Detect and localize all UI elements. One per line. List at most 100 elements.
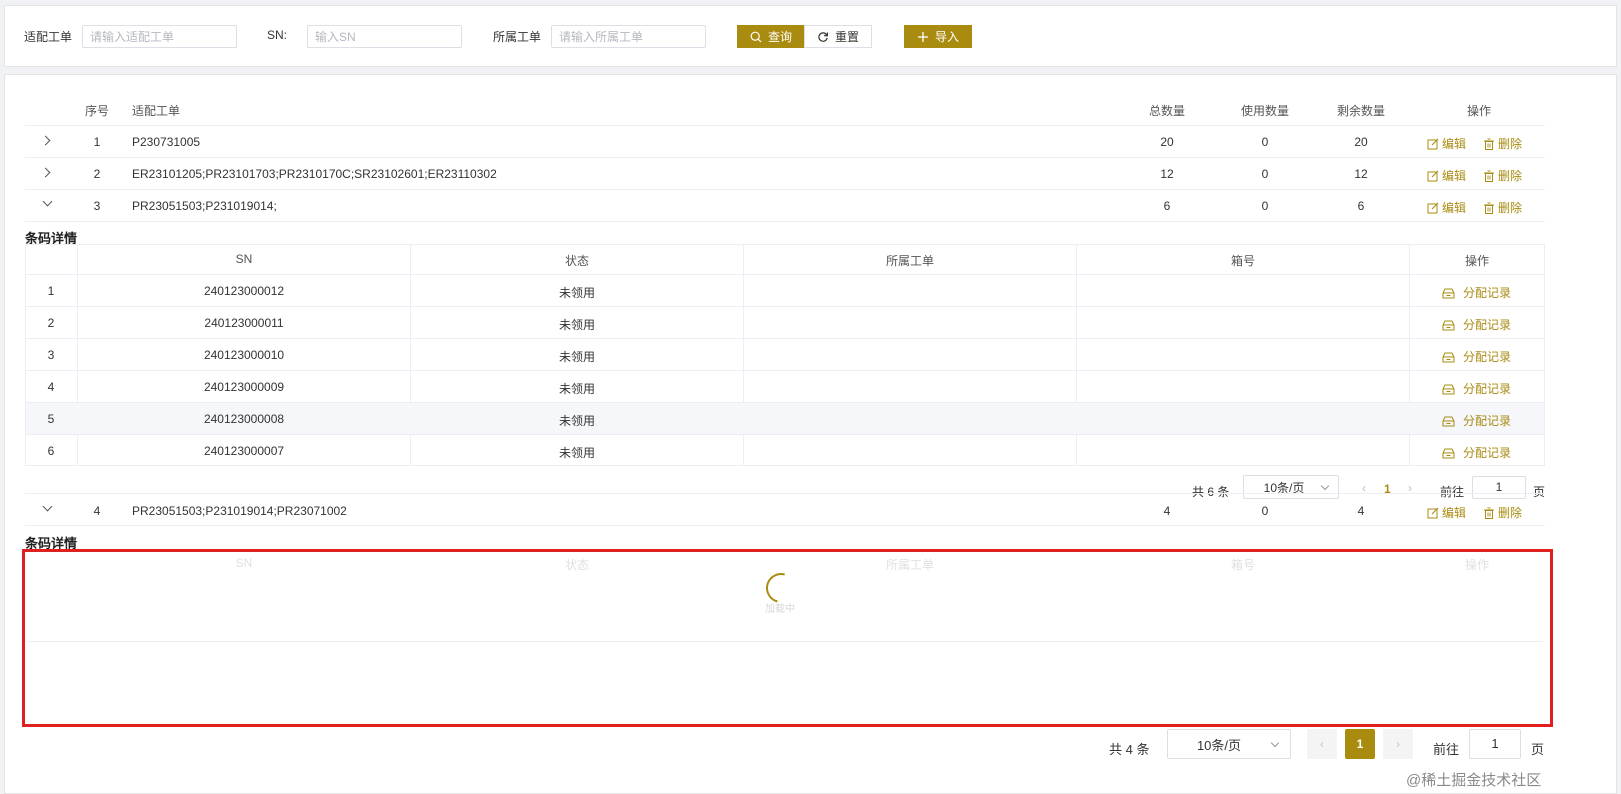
- row-order: PR23051503;P231019014;PR23071002: [132, 504, 347, 518]
- delete-button[interactable]: 删除: [1483, 167, 1522, 184]
- delete-label: 删除: [1498, 506, 1523, 520]
- row-total: 12: [1160, 167, 1174, 181]
- box-icon: [1442, 320, 1455, 330]
- detail-header-ops: 操作: [1464, 254, 1490, 268]
- detail-row-status: 未领用: [558, 382, 596, 396]
- box-icon: [1442, 288, 1455, 298]
- divider: [25, 370, 1545, 371]
- col-header-ops: 操作: [1466, 104, 1492, 118]
- divider: [25, 189, 1545, 190]
- delete-button[interactable]: 删除: [1483, 135, 1522, 152]
- prev-page-button[interactable]: ‹: [1307, 729, 1337, 759]
- table-row[interactable]: [25, 126, 1545, 157]
- row-remaining: 20: [1354, 135, 1368, 149]
- record-label: 分配记录: [1463, 318, 1512, 332]
- row-used: 0: [1261, 199, 1269, 213]
- edit-button[interactable]: 编辑: [1427, 199, 1466, 216]
- row-order: ER23101205;PR23101703;PR2310170C;SR23102…: [132, 167, 497, 181]
- divider: [25, 157, 1545, 158]
- divider: [25, 274, 1545, 275]
- import-button[interactable]: 导入: [904, 25, 972, 48]
- detail-row-status: 未领用: [558, 318, 596, 332]
- box-icon: [1442, 448, 1455, 458]
- reset-button[interactable]: 重置: [804, 25, 872, 48]
- edit-label: 编辑: [1442, 169, 1467, 183]
- next-page-button[interactable]: ›: [1383, 729, 1413, 759]
- detail-row-status: 未领用: [558, 350, 596, 364]
- record-label: 分配记录: [1463, 286, 1512, 300]
- edit-button[interactable]: 编辑: [1427, 167, 1466, 184]
- trash-icon: [1484, 138, 1494, 150]
- row-index: 1: [93, 135, 101, 149]
- search-icon: [750, 31, 762, 42]
- detail-page-size-select[interactable]: 10条/页: [1243, 475, 1339, 499]
- adapt-order-label: 适配工单: [24, 30, 73, 44]
- detail-row-index: 2: [47, 316, 55, 330]
- collapse-arrow-icon[interactable]: [42, 501, 53, 512]
- adapt-order-input[interactable]: [82, 25, 237, 48]
- refresh-icon: [818, 31, 829, 42]
- plus-icon: [917, 31, 928, 42]
- record-button[interactable]: 分配记录: [1442, 348, 1511, 365]
- record-label: 分配记录: [1463, 446, 1512, 460]
- col-header-used: 使用数量: [1240, 104, 1290, 118]
- current-page-button[interactable]: 1: [1345, 729, 1375, 759]
- detail-row-status: 未领用: [558, 286, 596, 300]
- divider: [25, 306, 1545, 307]
- record-button[interactable]: 分配记录: [1442, 284, 1511, 301]
- sn-input[interactable]: [307, 25, 462, 48]
- record-button[interactable]: 分配记录: [1442, 412, 1511, 429]
- detail-row-sn: 240123000011: [204, 316, 284, 330]
- chevron-down-icon: [1270, 738, 1280, 748]
- record-button[interactable]: 分配记录: [1442, 316, 1511, 333]
- query-button[interactable]: 查询: [737, 25, 805, 48]
- watermark: @稀土掘金技术社区: [1406, 772, 1542, 789]
- row-total: 6: [1163, 199, 1171, 213]
- delete-label: 删除: [1498, 201, 1523, 215]
- edit-button[interactable]: 编辑: [1427, 135, 1466, 152]
- row-total: 4: [1163, 504, 1171, 518]
- highlight-box: [22, 549, 1553, 727]
- delete-label: 删除: [1498, 169, 1523, 183]
- goto-input[interactable]: 1: [1469, 729, 1521, 759]
- col-header-adapt-order: 适配工单: [132, 104, 181, 118]
- row-index: 4: [93, 504, 101, 518]
- box-icon: [1442, 416, 1455, 426]
- reset-label: 重置: [834, 30, 859, 44]
- collapse-arrow-icon[interactable]: [42, 196, 53, 207]
- divider: [25, 338, 1545, 339]
- delete-button[interactable]: 删除: [1483, 504, 1522, 521]
- detail-row-sn: 240123000012: [203, 284, 285, 298]
- row-used: 0: [1261, 135, 1269, 149]
- col-header-remaining: 剩余数量: [1336, 104, 1386, 118]
- edit-icon: [1427, 507, 1439, 518]
- record-label: 分配记录: [1463, 382, 1512, 396]
- divider: [25, 221, 1545, 222]
- detail-row-index: 1: [47, 284, 55, 298]
- row-used: 0: [1261, 504, 1269, 518]
- box-icon: [1442, 384, 1455, 394]
- delete-button[interactable]: 删除: [1483, 199, 1522, 216]
- edit-icon: [1427, 170, 1439, 181]
- record-button[interactable]: 分配记录: [1442, 380, 1511, 397]
- record-button[interactable]: 分配记录: [1442, 444, 1511, 461]
- trash-icon: [1484, 202, 1494, 214]
- trash-icon: [1484, 170, 1494, 182]
- row-index: 2: [93, 167, 101, 181]
- row-remaining: 4: [1357, 504, 1365, 518]
- row-index: 3: [93, 199, 101, 213]
- detail-goto-input[interactable]: 1: [1472, 476, 1526, 499]
- row-remaining: 12: [1354, 167, 1368, 181]
- divider: [25, 434, 1545, 435]
- import-label: 导入: [934, 30, 959, 44]
- col-header-total: 总数量: [1148, 104, 1186, 118]
- expand-arrow-icon[interactable]: [40, 167, 51, 178]
- edit-button[interactable]: 编辑: [1427, 504, 1466, 521]
- row-order: P230731005: [132, 135, 201, 149]
- box-icon: [1442, 352, 1455, 362]
- detail-row-status: 未领用: [558, 414, 596, 428]
- record-label: 分配记录: [1463, 350, 1512, 364]
- page-size-select[interactable]: 10条/页: [1167, 729, 1291, 759]
- detail-header-belong-order: 所属工单: [885, 254, 935, 268]
- belong-order-input[interactable]: [551, 25, 706, 48]
